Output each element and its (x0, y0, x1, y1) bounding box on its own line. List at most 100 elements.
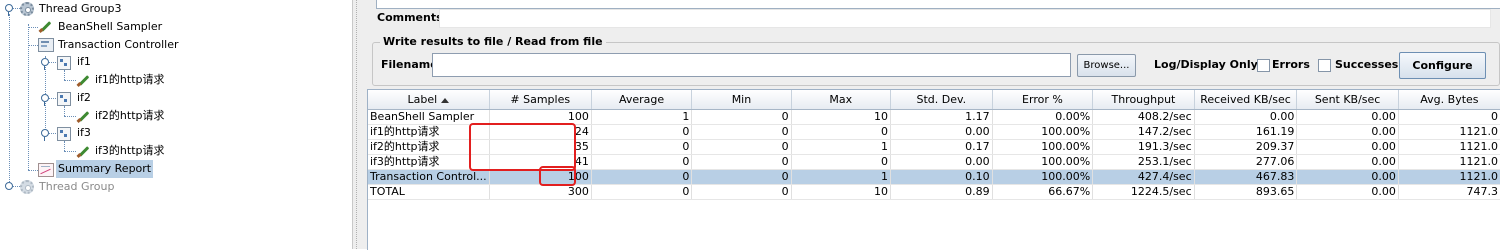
table-cell: 1121.0 (1398, 124, 1500, 140)
table-cell: 0 (691, 169, 792, 185)
filename-label: Filename (381, 58, 438, 71)
column-header-received-kb[interactable]: Received KB/sec (1194, 90, 1298, 110)
column-header-text: Label (407, 93, 438, 106)
table-cell: 0.10 (890, 169, 993, 185)
table-cell: 100.00% (992, 169, 1094, 185)
column-header-samples[interactable]: # Samples (489, 90, 592, 110)
tree-node-label: if2的http请求 (95, 109, 165, 122)
table-cell: 893.65 (1194, 184, 1298, 200)
table-cell: 1121.0 (1398, 169, 1500, 185)
tree-connector (64, 106, 65, 116)
table-cell: 0 (591, 184, 693, 200)
tree-expand-handle[interactable] (41, 94, 49, 106)
column-header-throughput[interactable]: Throughput (1092, 90, 1195, 110)
name-field-fragment[interactable] (376, 0, 1500, 9)
table-cell: 147.2/sec (1092, 124, 1195, 140)
gear-icon (20, 2, 34, 16)
file-settings-title: Write results to file / Read from file (380, 35, 606, 48)
comments-field[interactable] (439, 9, 1491, 28)
table-cell: 191.3/sec (1092, 139, 1195, 155)
log-display-only-label: Log/Display Only: (1154, 58, 1263, 71)
tree-connector (13, 8, 20, 9)
table-cell: 1.17 (890, 109, 993, 125)
table-cell: 0 (1398, 109, 1500, 125)
tree-node-label: Thread Group3 (39, 2, 122, 15)
tree-connector (28, 170, 38, 171)
tree-connector (28, 27, 38, 28)
table-cell: 0.17 (890, 139, 993, 155)
splitter-grip (356, 0, 358, 249)
filename-input[interactable] (432, 53, 1071, 77)
table-cell: 0 (591, 139, 693, 155)
table-cell: TOTAL (368, 184, 490, 200)
if-controller-icon (57, 127, 71, 141)
table-cell: 0 (591, 169, 693, 185)
table-cell: 0 (791, 154, 891, 170)
table-row[interactable]: TOTAL 300 0 0 10 0.89 66.67% 1224.5/sec 893.65 0.… (368, 184, 1500, 200)
column-header-average[interactable]: Average (591, 90, 693, 110)
sort-ascending-icon (441, 97, 450, 103)
table-cell: 0.00 (1296, 109, 1399, 125)
sampler-pen-icon (76, 144, 90, 158)
column-header-avg-bytes[interactable]: Avg. Bytes (1398, 90, 1500, 110)
browse-button[interactable]: Browse... (1077, 54, 1136, 77)
table-cell: 0 (791, 124, 891, 140)
table-cell: 209.37 (1194, 139, 1298, 155)
tree-expand-handle[interactable] (41, 129, 49, 141)
table-cell: Transaction Control... (368, 169, 490, 185)
table-cell: 0 (691, 109, 792, 125)
tree-connector (9, 14, 10, 186)
tree-node-label: if3的http请求 (95, 144, 165, 157)
table-cell: 0.00 (890, 124, 993, 140)
tree-node-label: if3 (77, 126, 91, 139)
table-cell: 253.1/sec (1092, 154, 1195, 170)
table-cell: 0 (591, 154, 693, 170)
tree-expand-handle[interactable] (5, 4, 13, 16)
report-icon (38, 163, 54, 177)
sampler-pen-icon (76, 109, 90, 123)
successes-checkbox[interactable] (1318, 59, 1331, 72)
tree-connector (64, 70, 65, 80)
table-cell: 1121.0 (1398, 154, 1500, 170)
tree-expand-handle[interactable] (5, 182, 13, 190)
table-cell: 0.00 (890, 154, 993, 170)
table-cell: 0.00 (1296, 124, 1399, 140)
table-cell: 408.2/sec (1092, 109, 1195, 125)
tree-node-label: BeanShell Sampler (58, 20, 163, 33)
tree-node-label: Summary Report (56, 160, 154, 178)
table-cell: 10 (791, 184, 891, 200)
table-cell: 0 (591, 124, 693, 140)
errors-checkbox[interactable] (1257, 59, 1270, 72)
table-cell: 10 (791, 109, 891, 125)
tree-connector (64, 80, 76, 81)
table-cell: 100.00% (992, 139, 1094, 155)
column-header-std-dev[interactable]: Std. Dev. (890, 90, 993, 110)
tree-node-label: Thread Group (39, 180, 115, 193)
sampler-pen-icon (76, 73, 90, 87)
sampler-pen-icon (38, 19, 52, 33)
table-cell: 300 (489, 184, 592, 200)
table-cell: 0.89 (890, 184, 993, 200)
tree-node-label: if2 (77, 91, 91, 104)
column-header-min[interactable]: Min (691, 90, 792, 110)
column-header-max[interactable]: Max (791, 90, 891, 110)
table-cell: 100.00% (992, 124, 1094, 140)
column-header-error-percent[interactable]: Error % (992, 90, 1094, 110)
highlight-box-samples (469, 123, 576, 171)
table-cell: 467.83 (1194, 169, 1298, 185)
tree-connector (64, 116, 76, 117)
table-cell: 1 (791, 139, 891, 155)
column-header-sent-kb[interactable]: Sent KB/sec (1296, 90, 1399, 110)
table-cell: 1121.0 (1398, 139, 1500, 155)
gear-icon (20, 180, 34, 194)
tree-connector (28, 45, 38, 46)
column-header-label[interactable]: Label (368, 90, 490, 110)
tree-node-label: if1的http请求 (95, 73, 165, 86)
table-cell: 0 (691, 154, 792, 170)
configure-button[interactable]: Configure (1399, 52, 1486, 79)
table-row[interactable]: Transaction Control... 100 0 0 1 0.10 100.00% 4… (368, 169, 1500, 185)
if-controller-icon (57, 56, 71, 70)
comments-label: Comments: (377, 11, 448, 24)
tree-expand-handle[interactable] (41, 58, 49, 70)
table-cell: 0.00 (1296, 169, 1399, 185)
